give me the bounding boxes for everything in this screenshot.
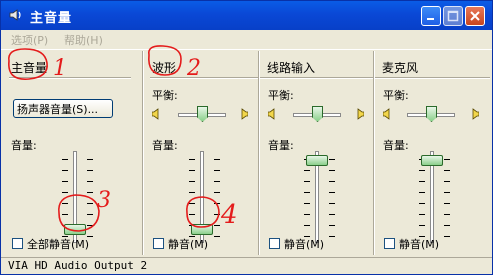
annotation-number: 2 bbox=[186, 56, 201, 81]
volume-control-window: 主音量 选项(P) 帮助(H) 主音量 扬声器音量(S)... 音量: 全部静音… bbox=[0, 0, 493, 275]
annotation-number: 4 bbox=[220, 200, 238, 230]
annotation-layer: 1 2 3 4 bbox=[8, 45, 238, 232]
annotation-number: 1 bbox=[53, 56, 67, 81]
annotation-circle bbox=[186, 196, 220, 228]
annotation-circle bbox=[58, 194, 100, 232]
annotation-circle bbox=[147, 45, 182, 76]
annotation-circle bbox=[8, 48, 48, 80]
annotation-number: 3 bbox=[97, 188, 111, 213]
